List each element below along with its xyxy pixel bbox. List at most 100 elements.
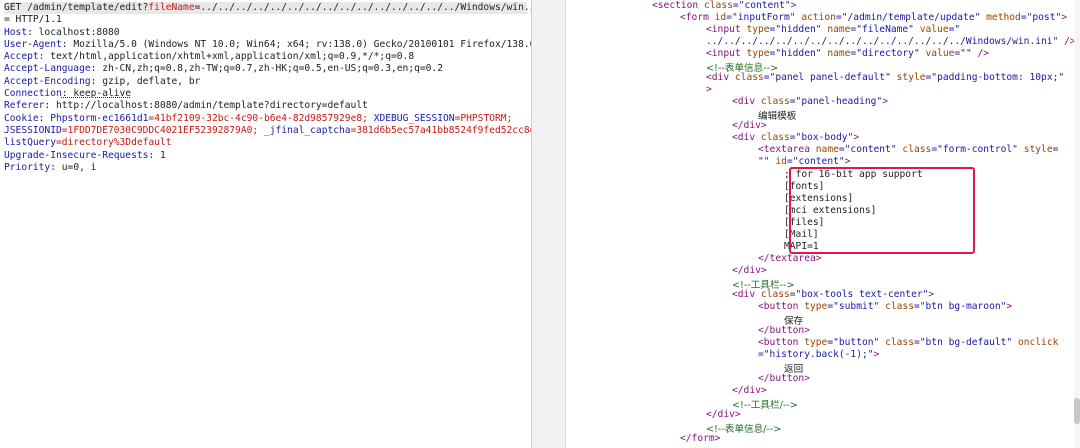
source-token: section — [657, 0, 704, 11]
source-text: <section class="content"> — [652, 0, 796, 11]
source-text: <div class="box-tools text-center"> — [732, 289, 934, 300]
request-line: User-Agent: Mozilla/5.0 (Windows NT 10.0… — [4, 38, 531, 51]
source-token: ="hidden" — [769, 48, 828, 59]
source-text: </form> — [680, 433, 720, 444]
source-token: ="inputForm" — [726, 12, 802, 23]
source-text: <div class="panel panel-default" style="… — [706, 72, 1064, 83]
request-token: Connection — [4, 88, 62, 100]
source-token: class — [760, 96, 790, 107]
source-token: ="" — [954, 48, 978, 59]
request-token: Accept-Encoding — [4, 75, 91, 87]
source-text: </div> — [706, 409, 741, 420]
source-token: <div — [732, 289, 761, 300]
source-token: ="content" — [838, 144, 903, 155]
request-line: Upgrade-Insecure-Requests: 1 — [4, 150, 527, 162]
request-token: =1FDD7DE7030C9DDC4021EF52392879A0; — [61, 124, 264, 136]
raw-request-panel[interactable]: GET /admin/template/edit?fileName=../../… — [0, 0, 531, 448]
request-token: : text/html,application/xhtml+xml,applic… — [38, 51, 415, 63]
request-token: Phpstorm-ec1661d1 — [50, 112, 149, 124]
source-text: <input type="hidden" name="directory" va… — [706, 48, 989, 59]
source-token: class — [760, 289, 790, 300]
request-token: fileName — [148, 2, 195, 13]
source-token: ="directory" — [850, 48, 926, 59]
source-token: style — [896, 72, 926, 83]
source-token: > — [882, 96, 888, 107]
request-token: listQuery — [4, 137, 56, 149]
source-token: name — [815, 144, 839, 155]
source-token: > — [706, 84, 712, 95]
vertical-scrollbar-track[interactable] — [1074, 0, 1080, 448]
source-token: style — [1023, 144, 1053, 155]
source-token: id — [775, 156, 787, 167]
source-token: ="btn bg-maroon" — [913, 301, 1007, 312]
source-token: = — [1052, 144, 1059, 155]
vertical-scrollbar-thumb[interactable] — [1074, 398, 1080, 424]
request-token: User-Agent — [4, 38, 62, 50]
request-line: = HTTP/1.1 — [4, 14, 527, 26]
request-token: : 1 — [148, 149, 166, 161]
source-text: <form id="inputForm" action="/admin/temp… — [680, 12, 1067, 23]
source-token: class — [885, 337, 914, 348]
source-token: /> — [977, 48, 990, 59]
request-token: Referer — [4, 100, 45, 112]
source-token: > — [1006, 301, 1013, 312]
source-text: <input type="hidden" name="fileName" val… — [706, 24, 960, 35]
source-token: ="box-body" — [789, 132, 854, 143]
source-token: type — [804, 301, 828, 312]
source-token: <input — [706, 48, 747, 59]
source-token: class — [902, 144, 932, 155]
source-text: </div> — [732, 385, 767, 396]
source-token: </div> — [706, 409, 741, 420]
request-token: Upgrade-Insecure-Requests — [4, 149, 149, 161]
request-line: Accept: text/html,application/xhtml+xml,… — [4, 51, 527, 63]
request-line: GET /admin/template/edit?fileName=../../… — [4, 2, 531, 15]
request-token: : u=0, i — [50, 161, 97, 173]
source-token: ="button" — [827, 337, 886, 348]
request-token: Accept — [4, 51, 39, 63]
request-token: Host — [4, 26, 28, 38]
request-token: GET /admin/template/edit? — [4, 2, 149, 13]
source-token: action — [801, 12, 836, 23]
source-token: ="hidden" — [769, 24, 828, 35]
source-token: ="history.back(-1);" — [758, 349, 874, 360]
source-token: value — [919, 24, 949, 35]
source-token: class — [885, 301, 914, 312]
request-token: =../../../../../../../../../../../../../… — [194, 2, 531, 13]
source-token: ="fileName" — [850, 24, 920, 35]
source-token: ../../../../../../../../../../../../../.… — [706, 36, 1065, 47]
request-token: =directory%3Ddefault — [55, 137, 172, 149]
source-token: <button — [758, 301, 805, 312]
source-token: ="submit" — [827, 301, 886, 312]
source-token: id — [714, 12, 727, 23]
source-token: <input — [706, 24, 747, 35]
source-token: </div> — [732, 385, 767, 396]
request-token: JSESSIONID — [4, 124, 62, 136]
source-text: </button> — [758, 325, 810, 336]
request-token: =41bf2109-32bc-4c90-b6e4-82d9857929e8; — [148, 112, 374, 124]
source-text: ="history.back(-1);"> — [758, 349, 879, 360]
request-token: Accept-Language — [4, 63, 91, 75]
line-number-gutter — [532, 0, 566, 448]
source-token: value — [925, 48, 955, 59]
request-token: : zh-CN,zh;q=0.8,zh-TW;q=0.7,zh-HK;q=0.5… — [90, 63, 443, 75]
source-text: ../../../../../../../../../../../../../.… — [706, 36, 1074, 47]
source-token: ="btn bg-default" — [913, 337, 1018, 348]
request-token: XDEBUG_SESSION — [373, 112, 455, 124]
source-token: </button> — [758, 373, 810, 384]
source-token: class — [760, 132, 790, 143]
source-token: </div> — [732, 120, 767, 131]
source-token: name — [827, 48, 851, 59]
request-token: =381d6b5ec57a41bb8524f9fed52cc8e4; — [350, 124, 531, 136]
request-token: : Mozilla/5.0 (Windows NT 10.0; Win64; x… — [61, 38, 531, 50]
request-token: : keep-alive — [61, 88, 132, 100]
source-token: type — [746, 24, 770, 35]
source-text: > — [706, 84, 712, 95]
source-token: </textarea> — [758, 253, 822, 264]
request-token: Cookie — [4, 112, 39, 124]
request-token: : http://localhost:8080/admin/template?d… — [44, 100, 368, 112]
source-token: "" — [758, 156, 776, 167]
source-text: <textarea name="content" class="form-con… — [758, 144, 1058, 155]
request-line: Cookie: Phpstorm-ec1661d1=41bf2109-32bc-… — [4, 113, 527, 125]
source-text: <button type="submit" class="btn bg-maro… — [758, 301, 1012, 312]
source-token: <textarea — [758, 144, 816, 155]
